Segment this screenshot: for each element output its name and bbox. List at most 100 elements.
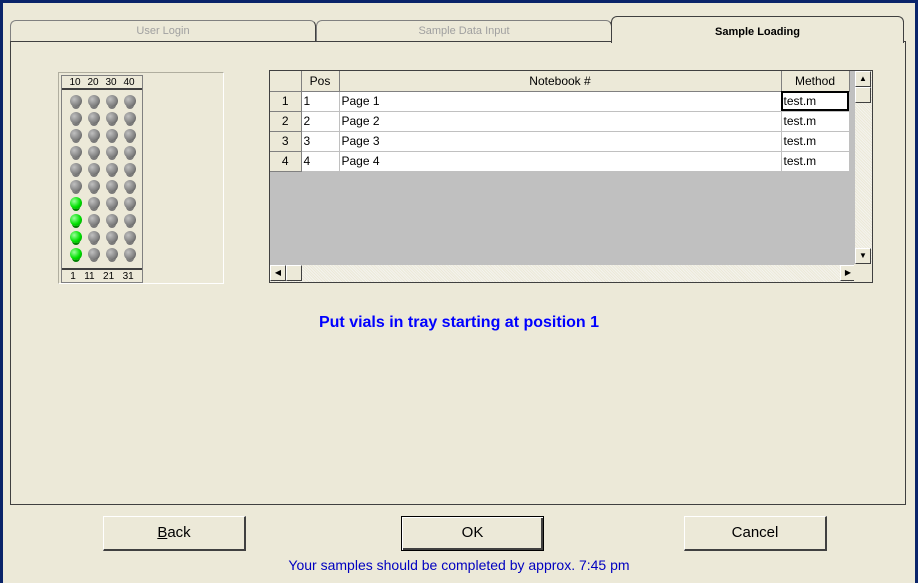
table-row[interactable]: 1 1 Page 1 test.m bbox=[270, 91, 850, 112]
scrollbar-corner bbox=[854, 264, 872, 282]
vertical-scroll-thumb[interactable] bbox=[855, 87, 871, 103]
notebook-cell[interactable]: Page 4 bbox=[339, 151, 782, 172]
pos-cell[interactable]: 4 bbox=[301, 151, 340, 172]
pos-cell[interactable]: 2 bbox=[301, 111, 340, 132]
vial-37[interactable] bbox=[124, 146, 136, 158]
vial-5[interactable] bbox=[70, 180, 82, 192]
vial-18[interactable] bbox=[88, 129, 100, 141]
tray-bottom-label: 31 bbox=[122, 270, 134, 282]
tray-top-label: 20 bbox=[87, 76, 99, 88]
pos-cell[interactable]: 1 bbox=[301, 91, 340, 112]
vertical-scrollbar[interactable]: ▲ ▼ bbox=[854, 71, 872, 264]
vial-4[interactable] bbox=[70, 197, 82, 209]
tab-user-login[interactable]: User Login bbox=[10, 20, 316, 42]
vial-19[interactable] bbox=[88, 112, 100, 124]
window-border-top bbox=[0, 0, 918, 3]
sample-table: Pos Notebook # Method 1 1 Page 1 test.m … bbox=[270, 71, 850, 172]
vial-8[interactable] bbox=[70, 129, 82, 141]
table-header-row: Pos Notebook # Method bbox=[270, 71, 850, 92]
ok-button[interactable]: OK bbox=[401, 516, 544, 551]
method-cell[interactable]: test.m bbox=[781, 151, 850, 172]
tray-top-label: 40 bbox=[123, 76, 135, 88]
scroll-down-arrow-icon[interactable]: ▼ bbox=[855, 248, 871, 264]
tab-user-login-label: User Login bbox=[136, 25, 190, 37]
table-row[interactable]: 4 4 Page 4 test.m bbox=[270, 151, 850, 172]
vial-11[interactable] bbox=[88, 248, 100, 260]
notebook-cell[interactable]: Page 2 bbox=[339, 111, 782, 132]
vial-22[interactable] bbox=[106, 231, 118, 243]
vial-39[interactable] bbox=[124, 112, 136, 124]
tray-top-label: 10 bbox=[69, 76, 81, 88]
vial-3[interactable] bbox=[70, 214, 82, 226]
vial-6[interactable] bbox=[70, 163, 82, 175]
vial-14[interactable] bbox=[88, 197, 100, 209]
tray-bottom-labels: 1 11 21 31 bbox=[62, 268, 142, 282]
tray-top-label: 30 bbox=[105, 76, 117, 88]
cancel-button[interactable]: Cancel bbox=[684, 516, 827, 551]
window-border-left bbox=[0, 0, 3, 583]
vial-16[interactable] bbox=[88, 163, 100, 175]
vial-tray: 10 20 30 40 1 11 21 31 bbox=[58, 72, 224, 284]
pos-cell[interactable]: 3 bbox=[301, 131, 340, 152]
tray-bottom-label: 1 bbox=[70, 270, 76, 282]
vial-35[interactable] bbox=[124, 180, 136, 192]
vial-7[interactable] bbox=[70, 146, 82, 158]
tray-top-labels: 10 20 30 40 bbox=[62, 76, 142, 90]
method-cell[interactable]: test.m bbox=[781, 111, 850, 132]
vial-33[interactable] bbox=[124, 214, 136, 226]
vial-21[interactable] bbox=[106, 248, 118, 260]
vial-12[interactable] bbox=[88, 231, 100, 243]
row-number[interactable]: 2 bbox=[270, 111, 302, 132]
row-number[interactable]: 3 bbox=[270, 131, 302, 152]
vial-31[interactable] bbox=[124, 248, 136, 260]
row-number[interactable]: 4 bbox=[270, 151, 302, 172]
vial-28[interactable] bbox=[106, 129, 118, 141]
vial-26[interactable] bbox=[106, 163, 118, 175]
vial-grid bbox=[68, 93, 140, 265]
scroll-left-arrow-icon[interactable]: ◀ bbox=[270, 265, 286, 281]
vial-40[interactable] bbox=[124, 95, 136, 107]
row-number-header bbox=[270, 71, 302, 92]
pos-column-header[interactable]: Pos bbox=[301, 71, 340, 92]
vial-20[interactable] bbox=[88, 95, 100, 107]
back-button[interactable]: Back bbox=[103, 516, 246, 551]
tab-sample-data-input-label: Sample Data Input bbox=[418, 25, 510, 37]
horizontal-scroll-thumb[interactable] bbox=[286, 265, 302, 281]
table-row[interactable]: 3 3 Page 3 test.m bbox=[270, 131, 850, 152]
horizontal-scrollbar[interactable]: ◀ ▶ bbox=[270, 264, 856, 282]
row-number[interactable]: 1 bbox=[270, 91, 302, 112]
cancel-button-label: Cancel bbox=[731, 524, 779, 541]
vial-29[interactable] bbox=[106, 112, 118, 124]
vial-tray-rack: 10 20 30 40 1 11 21 31 bbox=[61, 75, 143, 283]
vial-1[interactable] bbox=[70, 248, 82, 260]
method-cell[interactable]: test.m bbox=[781, 91, 850, 112]
vial-23[interactable] bbox=[106, 214, 118, 226]
vial-30[interactable] bbox=[106, 95, 118, 107]
tab-sample-data-input[interactable]: Sample Data Input bbox=[316, 20, 612, 42]
vial-36[interactable] bbox=[124, 163, 136, 175]
vial-34[interactable] bbox=[124, 197, 136, 209]
notebook-cell[interactable]: Page 1 bbox=[339, 91, 782, 112]
vial-9[interactable] bbox=[70, 112, 82, 124]
vial-10[interactable] bbox=[70, 95, 82, 107]
notebook-cell[interactable]: Page 3 bbox=[339, 131, 782, 152]
vial-32[interactable] bbox=[124, 231, 136, 243]
vial-15[interactable] bbox=[88, 180, 100, 192]
method-column-header[interactable]: Method bbox=[781, 71, 850, 92]
sample-grid[interactable]: Pos Notebook # Method 1 1 Page 1 test.m … bbox=[269, 70, 873, 283]
tray-bottom-label: 21 bbox=[103, 270, 115, 282]
method-cell[interactable]: test.m bbox=[781, 131, 850, 152]
vial-38[interactable] bbox=[124, 129, 136, 141]
tab-sample-loading[interactable]: Sample Loading bbox=[611, 16, 904, 43]
vial-2[interactable] bbox=[70, 231, 82, 243]
back-button-label: Back bbox=[157, 524, 191, 541]
vial-25[interactable] bbox=[106, 180, 118, 192]
vial-27[interactable] bbox=[106, 146, 118, 158]
scroll-up-arrow-icon[interactable]: ▲ bbox=[855, 71, 871, 87]
vial-24[interactable] bbox=[106, 197, 118, 209]
completion-status-text: Your samples should be completed by appr… bbox=[288, 557, 630, 573]
notebook-column-header[interactable]: Notebook # bbox=[339, 71, 782, 92]
vial-17[interactable] bbox=[88, 146, 100, 158]
vial-13[interactable] bbox=[88, 214, 100, 226]
table-row[interactable]: 2 2 Page 2 test.m bbox=[270, 111, 850, 132]
